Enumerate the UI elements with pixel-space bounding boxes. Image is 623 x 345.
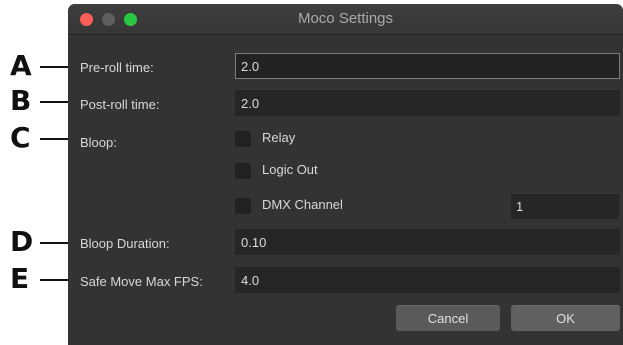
relay-checkbox[interactable] — [235, 131, 251, 147]
bloop-label: Bloop: — [80, 135, 117, 150]
callout-letter: E — [10, 262, 30, 295]
callout-letter: C — [10, 121, 31, 154]
bloop-duration-input[interactable]: 0.10 — [235, 229, 620, 255]
title-bar[interactable]: Moco Settings — [68, 4, 623, 35]
postroll-input[interactable]: 2.0 — [235, 90, 620, 116]
window-title: Moco Settings — [297, 10, 394, 27]
dmx-channel-label: DMX Channel — [262, 197, 343, 212]
dmx-channel-input[interactable]: 1 — [511, 194, 619, 219]
callout-letter: D — [10, 225, 34, 258]
moco-settings-window: Moco Settings Pre-roll time: 2.0 Post-ro… — [68, 4, 623, 345]
logic-out-label: Logic Out — [262, 162, 318, 177]
annotated-screenshot: A B C D E Moco Settings Pre-roll time: 2… — [0, 0, 623, 345]
callout-d: D — [10, 225, 92, 258]
callout-c: C — [10, 121, 92, 154]
relay-label: Relay — [262, 130, 296, 145]
preroll-input[interactable]: 2.0 — [235, 53, 620, 79]
callout-letter: A — [10, 49, 32, 82]
callout-a: A — [10, 49, 92, 82]
safe-move-max-fps-input[interactable]: 4.0 — [235, 267, 620, 293]
preroll-label: Pre-roll time: — [80, 60, 154, 75]
cancel-button[interactable]: Cancel — [396, 305, 500, 331]
safe-move-max-fps-label: Safe Move Max FPS: — [80, 274, 203, 289]
callout-b: B — [10, 84, 92, 117]
postroll-label: Post-roll time: — [80, 97, 160, 112]
callout-e: E — [10, 262, 92, 295]
bloop-duration-label: Bloop Duration: — [80, 236, 170, 251]
ok-button[interactable]: OK — [511, 305, 620, 331]
callout-letter: B — [10, 84, 32, 117]
logic-out-checkbox[interactable] — [235, 163, 251, 179]
dmx-channel-checkbox[interactable] — [235, 198, 251, 214]
